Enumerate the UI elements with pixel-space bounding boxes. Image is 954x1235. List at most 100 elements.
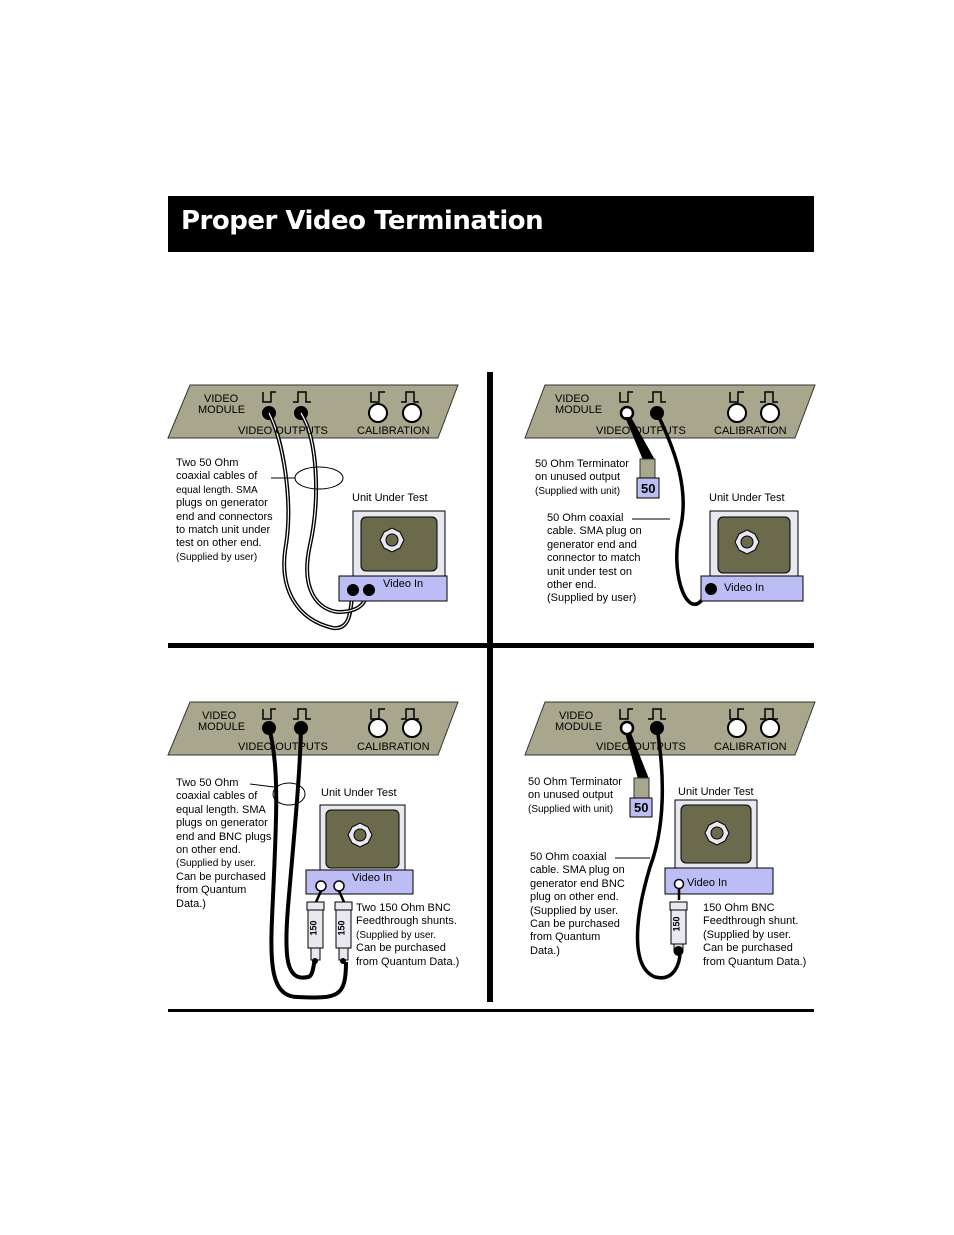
- description-line: Can be purchased: [356, 942, 446, 955]
- description-line: Data.): [176, 897, 206, 910]
- module-label-line2: MODULE: [555, 721, 603, 733]
- description-line: on unused output: [528, 789, 614, 802]
- video-in-connector-1: [347, 584, 359, 596]
- description-line: 50 Ohm coaxial: [530, 851, 607, 863]
- description-line: test on other end.: [176, 537, 262, 550]
- description-line: from Quantum Data.): [703, 955, 807, 968]
- calibration-2-connector: [402, 718, 422, 738]
- description-line: plugs on generator: [176, 817, 268, 830]
- description-line: 150 Ohm BNC: [703, 902, 775, 914]
- description-line: (Supplied with unit): [535, 485, 621, 497]
- description-line: Feedthrough shunts.: [356, 915, 457, 928]
- description-line: (Supplied by user.: [703, 928, 792, 941]
- diagram-single-cable-terminator-shunt: 150 50 VIDEO MODULE VIDEO OUTPUTS CALIBR…: [524, 697, 816, 1007]
- description-line: on unused output: [535, 471, 621, 484]
- description-line: (Supplied with unit): [528, 803, 614, 815]
- terminator-description: 50 Ohm Terminator on unused output (Supp…: [528, 776, 622, 816]
- video-in-label: Video In: [383, 578, 424, 590]
- description-line: from Quantum: [176, 884, 247, 897]
- calibration-label: CALIBRATION: [357, 425, 430, 437]
- description-line: cable. SMA plug on: [547, 525, 642, 538]
- terminator-body: [633, 777, 650, 799]
- description-line: generator end BNC: [530, 877, 625, 890]
- video-in-label: Video In: [352, 872, 393, 884]
- calibration-2-connector: [760, 718, 780, 738]
- calibration-label: CALIBRATION: [714, 425, 787, 437]
- video-in-connector-2: [333, 880, 345, 892]
- description-line: (Supplied by user.: [356, 929, 437, 941]
- description-line: end and BNC plugs: [176, 830, 272, 843]
- terminator-body: [639, 458, 656, 479]
- video-in-label: Video In: [724, 582, 765, 594]
- description-line: unit under test on: [547, 565, 633, 578]
- description-line: Can be purchased: [530, 918, 620, 931]
- title-bar: Proper Video Termination: [168, 196, 814, 252]
- video-outputs-label: VIDEO OUTPUTS: [596, 741, 686, 753]
- module-label-line2: MODULE: [198, 721, 246, 733]
- shunt-2-value: 150: [336, 920, 347, 936]
- calibration-2-connector: [760, 403, 780, 423]
- description-line: (Supplied by user): [176, 551, 258, 563]
- diagram-two-cables-direct: VIDEO MODULE VIDEO OUTPUTS CALIBRATION U…: [167, 380, 478, 640]
- description-line: plugs on generator: [176, 497, 268, 510]
- description-line: 50 Ohm Terminator: [528, 776, 622, 788]
- terminator-value: 50: [634, 800, 649, 815]
- video-in-connector: [673, 878, 685, 890]
- description-line: other end.: [547, 579, 597, 592]
- bottom-horizontal-divider: [168, 1009, 814, 1012]
- description-line: Can be purchased: [703, 942, 793, 955]
- terminator-description: 50 Ohm Terminator on unused output (Supp…: [535, 458, 629, 498]
- cable-description: Two 50 Ohm coaxial cables of equal lengt…: [176, 457, 273, 564]
- description-line: on other end.: [176, 844, 241, 857]
- description-line: (Supplied by user): [547, 592, 637, 605]
- description-line: to match unit under: [176, 524, 271, 537]
- shunt-description: Two 150 Ohm BNC Feedthrough shunts. (Sup…: [356, 902, 459, 969]
- diagram-two-cables-shunts: 150 150 VIDEO MODULE VIDEO OUTPUTS CALIB…: [167, 697, 478, 1007]
- calibration-1-connector: [727, 403, 747, 423]
- description-line: Feedthrough shunt.: [703, 915, 799, 928]
- description-line: (Supplied by user.: [530, 904, 619, 917]
- description-line: from Quantum: [530, 931, 601, 944]
- cable-callout-ellipse: [294, 466, 344, 490]
- cable-description: Two 50 Ohm coaxial cables of equal lengt…: [176, 777, 271, 911]
- uut-title: Unit Under Test: [678, 786, 754, 798]
- middle-horizontal-divider: [168, 643, 814, 648]
- calibration-2-connector: [402, 403, 422, 423]
- video-outputs-label: VIDEO OUTPUTS: [596, 425, 686, 437]
- terminator-value: 50: [641, 481, 656, 496]
- description-line: 50 Ohm Terminator: [535, 458, 629, 470]
- description-line: (Supplied by user.: [176, 858, 257, 870]
- video-outputs-label: VIDEO OUTPUTS: [238, 741, 328, 753]
- video-outputs-label: VIDEO OUTPUTS: [238, 425, 328, 437]
- video-output-1-connector: [619, 720, 635, 736]
- shunt-1-value: 150: [308, 920, 319, 936]
- uut-title: Unit Under Test: [321, 787, 397, 799]
- page-title: Proper Video Termination: [181, 206, 544, 236]
- description-line: plug on other end.: [530, 891, 619, 904]
- description-line: generator end and: [547, 538, 637, 551]
- description-line: equal length. SMA: [176, 484, 258, 496]
- shunt-description: 150 Ohm BNC Feedthrough shunt. (Supplied…: [703, 902, 806, 969]
- description-line: equal length. SMA: [176, 803, 266, 816]
- module-label-line2: MODULE: [555, 404, 603, 416]
- video-in-connector-2: [363, 584, 375, 596]
- description-line: Two 150 Ohm BNC: [356, 902, 451, 914]
- calibration-label: CALIBRATION: [714, 741, 787, 753]
- calibration-1-connector: [368, 403, 388, 423]
- diagram-single-cable-terminator: 50 VIDEO MODULE VIDEO OUTPUTS CALIBRATIO…: [524, 380, 816, 640]
- description-line: end and connectors: [176, 510, 273, 523]
- vertical-divider: [487, 372, 493, 1002]
- description-line: cable. SMA plug on: [530, 864, 625, 877]
- cable-description: 50 Ohm coaxial cable. SMA plug on genera…: [547, 512, 642, 606]
- video-in-connector-1: [315, 880, 327, 892]
- description-line: Two 50 Ohm: [176, 457, 239, 469]
- uut-title: Unit Under Test: [352, 492, 428, 504]
- description-line: Can be purchased: [176, 870, 266, 883]
- description-line: coaxial cables of: [176, 790, 258, 803]
- shunt-value: 150: [671, 916, 682, 932]
- calibration-1-connector: [727, 718, 747, 738]
- description-line: coaxial cables of: [176, 470, 258, 483]
- description-line: Two 50 Ohm: [176, 777, 239, 789]
- uut-title: Unit Under Test: [709, 492, 785, 504]
- description-line: Data.): [530, 944, 560, 957]
